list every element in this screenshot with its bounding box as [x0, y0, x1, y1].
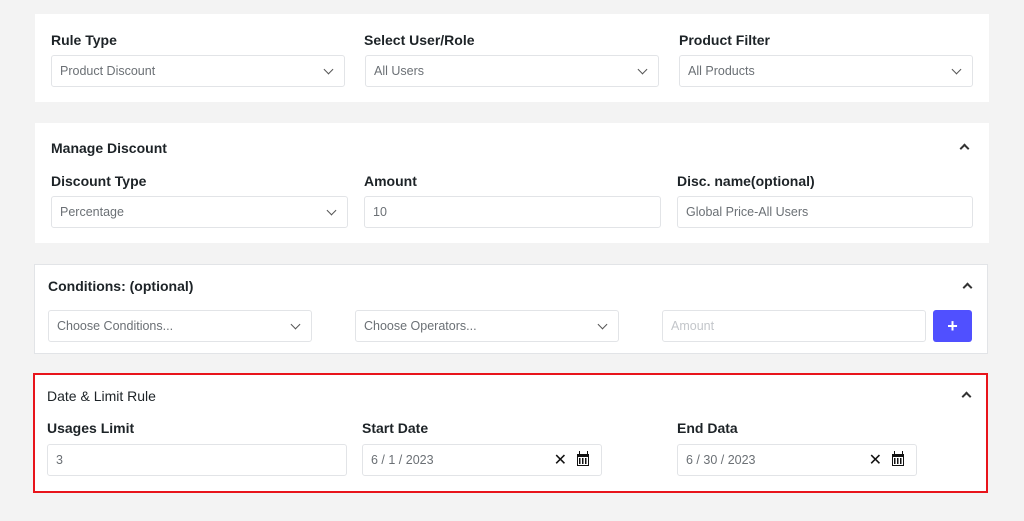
amount-label: Amount — [364, 173, 417, 189]
condition-amount-input[interactable]: Amount — [662, 310, 926, 342]
disc-name-value: Global Price-All Users — [686, 205, 809, 219]
manage-discount-title: Manage Discount — [51, 140, 167, 156]
chevron-down-icon — [323, 64, 334, 74]
add-condition-button[interactable]: + — [933, 310, 972, 342]
discount-type-value: Percentage — [60, 205, 124, 219]
rule-type-value: Product Discount — [60, 64, 156, 78]
choose-operators-value: Choose Operators... — [364, 319, 477, 333]
condition-amount-placeholder: Amount — [671, 319, 715, 333]
choose-conditions-select[interactable]: Choose Conditions... — [48, 310, 312, 342]
collapse-chevron-up-icon[interactable] — [962, 282, 973, 293]
manage-discount-card: Manage Discount Discount Type Percentage… — [35, 123, 989, 243]
chevron-down-icon — [637, 64, 648, 74]
chevron-down-icon — [951, 64, 962, 74]
disc-name-input[interactable]: Global Price-All Users — [677, 196, 973, 228]
choose-conditions-value: Choose Conditions... — [57, 319, 174, 333]
rule-type-label: Rule Type — [51, 32, 117, 48]
user-role-label: Select User/Role — [364, 32, 475, 48]
amount-value: 10 — [373, 205, 387, 219]
collapse-chevron-up-icon[interactable] — [959, 143, 970, 154]
conditions-title: Conditions: (optional) — [48, 278, 194, 294]
amount-input[interactable]: 10 — [364, 196, 661, 228]
chevron-down-icon — [326, 205, 337, 215]
rule-type-select[interactable]: Product Discount — [51, 55, 345, 87]
product-filter-label: Product Filter — [679, 32, 771, 48]
highlight-box — [33, 373, 988, 493]
choose-operators-select[interactable]: Choose Operators... — [355, 310, 619, 342]
chevron-down-icon — [290, 319, 301, 329]
user-role-select[interactable]: All Users — [365, 55, 659, 87]
user-role-value: All Users — [374, 64, 425, 78]
discount-type-label: Discount Type — [51, 173, 147, 189]
discount-type-select[interactable]: Percentage — [51, 196, 348, 228]
product-filter-value: All Products — [688, 64, 755, 78]
product-filter-select[interactable]: All Products — [679, 55, 973, 87]
conditions-card: Conditions: (optional) Choose Conditions… — [34, 264, 988, 354]
chevron-down-icon — [597, 319, 608, 329]
disc-name-label: Disc. name(optional) — [677, 173, 815, 189]
rule-settings-card: Rule Type Product Discount Select User/R… — [35, 14, 989, 102]
